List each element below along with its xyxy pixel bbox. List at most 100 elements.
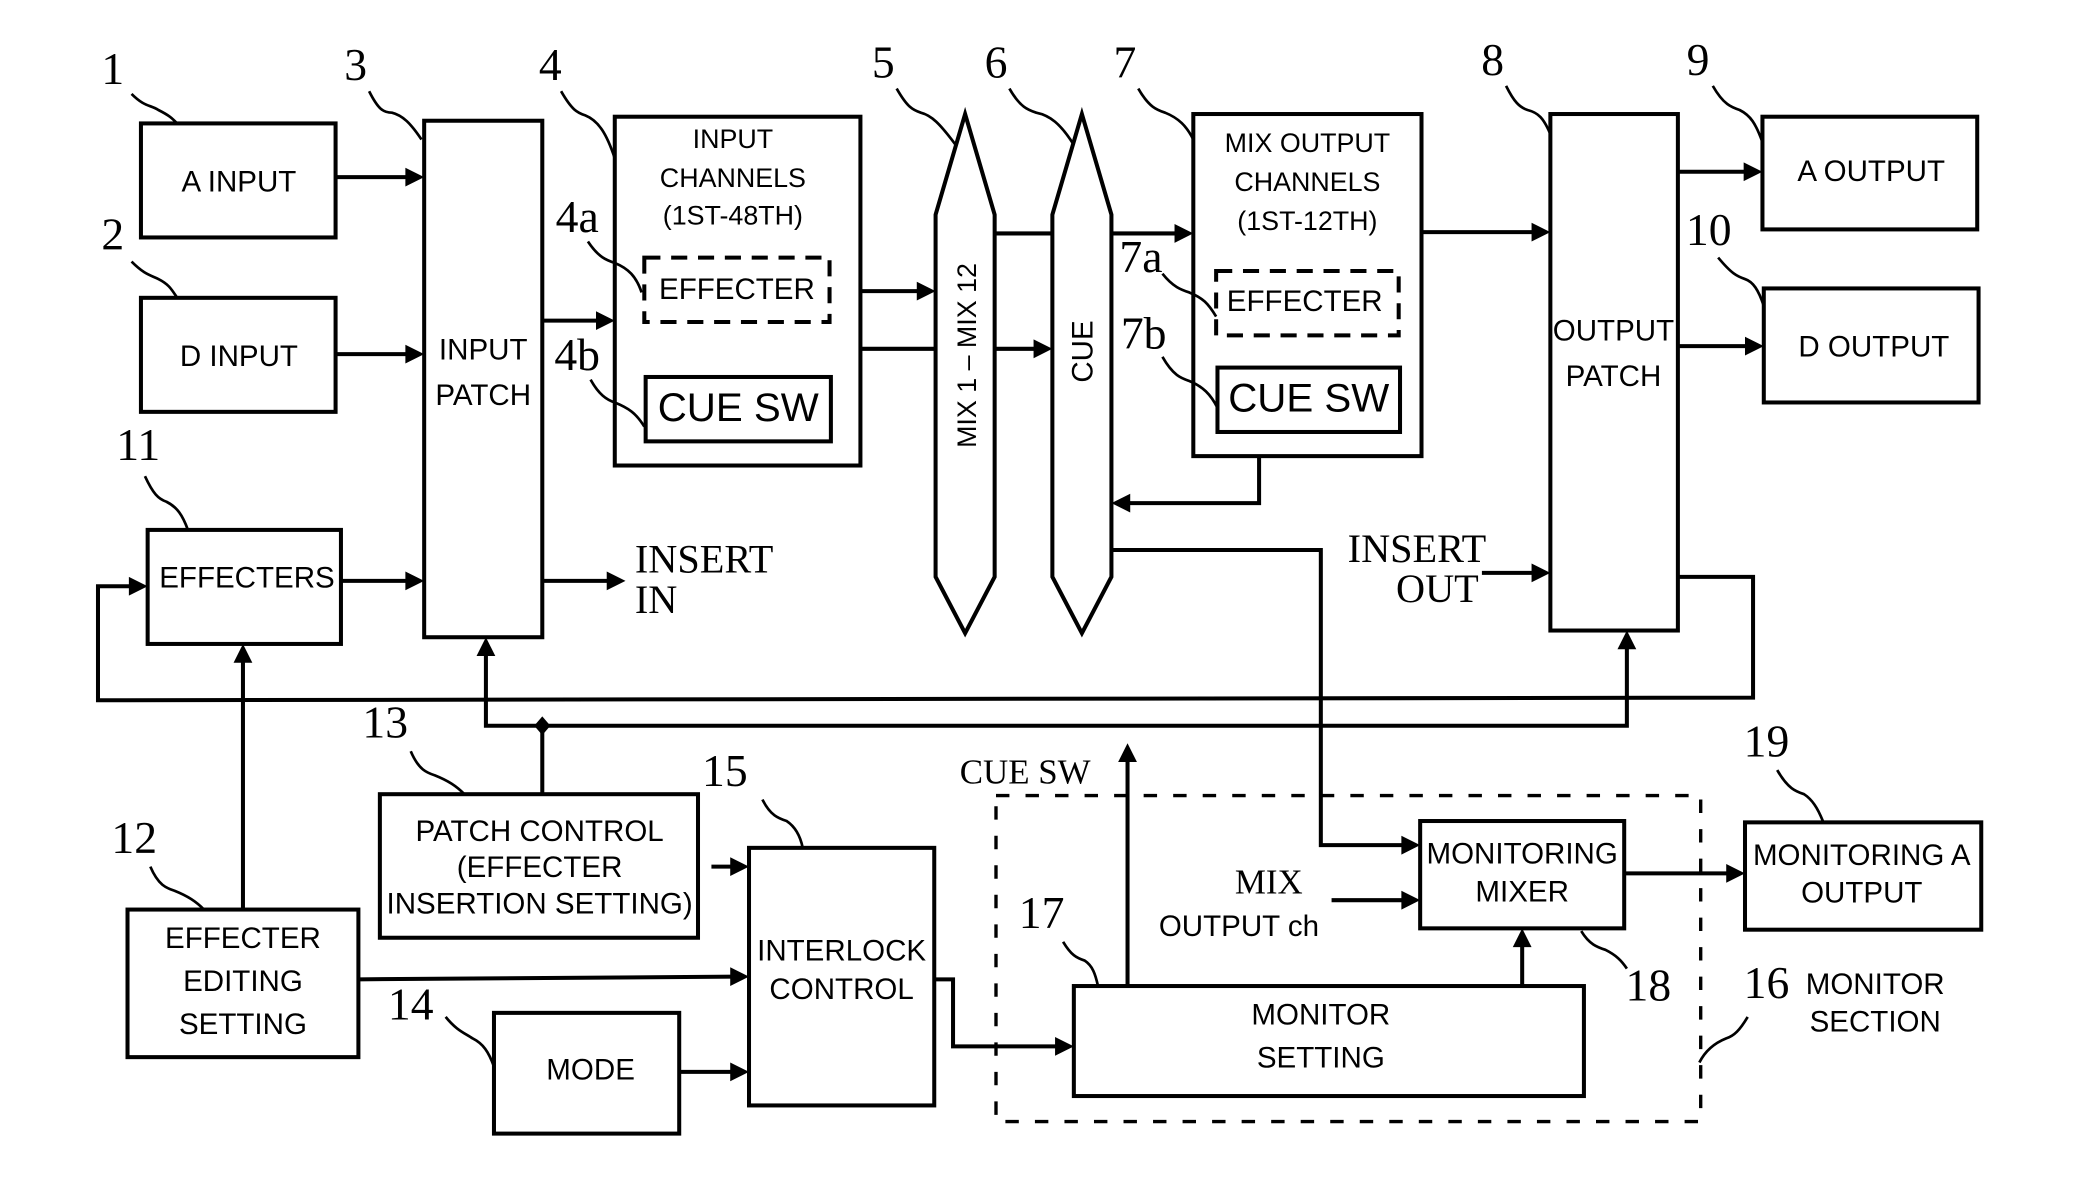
block-cue-bus: CUE [1050, 106, 1114, 638]
monitor-setting-label-2: SETTING [1257, 1042, 1385, 1075]
effecter-editing-label-2: EDITING [183, 965, 303, 998]
leader-10 [1717, 256, 1766, 307]
leader-6 [1008, 87, 1075, 146]
ref-4a: 4a [556, 191, 599, 242]
leader-7 [1137, 87, 1195, 141]
leader-13 [409, 750, 466, 796]
arrowhead [128, 576, 148, 596]
leader-19 [1776, 769, 1825, 822]
arrowhead [1745, 336, 1764, 356]
arrowhead [1055, 1037, 1074, 1056]
wire-editing-to-interlock [358, 974, 736, 982]
block-a-input: A INPUT [138, 121, 338, 240]
mix-output-ch-label-2: OUTPUT ch [1159, 910, 1319, 943]
ref-3: 3 [344, 39, 367, 90]
arrowhead [405, 344, 425, 364]
effecter-editing-label-1: EFFECTER [165, 922, 321, 955]
output-patch-label-2: PATCH [1566, 360, 1662, 393]
block-d-input: D INPUT [138, 295, 338, 414]
ref-2: 2 [101, 208, 124, 259]
arrowhead [1111, 493, 1131, 513]
insert-in-label-2: IN [635, 577, 677, 622]
block-a-output: A OUTPUT [1760, 114, 1980, 232]
arrowhead [233, 643, 253, 663]
mix-output-channels-label-3: (1ST-12TH) [1237, 206, 1377, 236]
interlock-label-1: INTERLOCK [757, 934, 926, 967]
input-cue-sw-label: CUE SW [658, 385, 819, 430]
monitor-section-label-1: MONITOR [1806, 968, 1945, 1001]
arrowhead [476, 637, 496, 657]
block-mode: MODE [491, 1010, 682, 1136]
monitoring-mixer-label-1: MONITORING [1426, 838, 1617, 871]
monitoring-a-output-label-2: OUTPUT [1801, 877, 1922, 910]
d-output-label: D OUTPUT [1798, 331, 1949, 364]
block-monitoring-a-output: MONITORING A OUTPUT [1742, 820, 1984, 932]
effecters-label: EFFECTERS [159, 561, 335, 594]
insert-out-label-2: OUT [1396, 566, 1479, 611]
ref-12: 12 [111, 812, 157, 863]
junction-dot [534, 716, 551, 736]
cue-sw-signal-label: CUE SW [960, 752, 1091, 791]
leader-18 [1580, 930, 1628, 970]
output-patch-label-1: OUTPUT [1553, 315, 1674, 348]
monitoring-mixer-label-2: MIXER [1475, 875, 1569, 908]
ref-1: 1 [101, 43, 124, 94]
leader-4 [559, 90, 617, 159]
interlock-label-2: CONTROL [769, 973, 913, 1006]
leader-3 [367, 90, 423, 141]
block-patch-control: PATCH CONTROL (EFFECTER INSERTION SETTIN… [377, 792, 701, 940]
leader-2 [130, 260, 179, 299]
mode-label: MODE [546, 1054, 635, 1087]
ref-7b: 7b [1121, 308, 1167, 359]
ref-4b: 4b [554, 329, 600, 380]
insert-in-label-1: INSERT [635, 537, 774, 582]
leader-17 [1061, 941, 1100, 987]
ref-11: 11 [116, 419, 160, 470]
input-channels-label-1: INPUT [693, 124, 774, 154]
leader-11 [143, 475, 190, 531]
monitor-section-label-2: SECTION [1810, 1005, 1941, 1038]
mix-cue-sw-label: CUE SW [1228, 376, 1389, 421]
block-d-output: D OUTPUT [1761, 286, 1981, 405]
input-patch-label-2: PATCH [435, 379, 531, 412]
arrowhead [1617, 630, 1637, 650]
insert-out-label-1: INSERT [1348, 526, 1487, 571]
mix-output-ch-label-1: MIX [1235, 862, 1303, 901]
audio-mixer-block-diagram: A INPUT 1 D INPUT 2 INPUT PATCH 3 INPUT … [95, 34, 1984, 1136]
leader-9 [1711, 85, 1764, 143]
leader-12 [149, 866, 205, 911]
arrowhead [606, 571, 626, 591]
effecter-editing-label-3: SETTING [179, 1008, 307, 1041]
input-patch-label-1: INPUT [439, 333, 528, 366]
ref-17: 17 [1019, 887, 1065, 938]
wire-mix-output-cue-to-cue-bus [1124, 456, 1262, 506]
ref-15: 15 [702, 745, 748, 796]
arrowhead [1401, 890, 1421, 910]
arrowhead [595, 311, 615, 331]
arrowhead [730, 857, 750, 877]
block-input-patch: INPUT PATCH [422, 118, 545, 640]
ref-7: 7 [1113, 37, 1136, 88]
mix-effecter-label: EFFECTER [1227, 285, 1383, 318]
block-effecter-editing-setting: EFFECTER EDITING SETTING [125, 907, 361, 1060]
ref-10: 10 [1686, 204, 1732, 255]
ref-19: 19 [1744, 715, 1790, 766]
monitor-setting-label-1: MONITOR [1251, 999, 1390, 1032]
block-input-channels: INPUT CHANNELS (1ST-48TH) EFFECTER CUE S… [612, 114, 863, 468]
ref-7a: 7a [1119, 231, 1162, 282]
ref-9: 9 [1687, 34, 1710, 85]
block-monitor-setting: MONITOR SETTING [1071, 984, 1586, 1099]
leader-15 [761, 798, 805, 849]
ref-4: 4 [539, 39, 562, 90]
input-channels-label-3: (1ST-48TH) [663, 200, 803, 230]
arrowhead [730, 1062, 750, 1082]
leader-5 [895, 87, 957, 146]
arrowhead [1531, 222, 1551, 242]
monitoring-a-output-label-1: MONITORING A [1753, 839, 1971, 872]
patch-control-label-2: (EFFECTER [457, 851, 623, 884]
ref-14: 14 [388, 978, 434, 1029]
arrowhead [1726, 863, 1745, 883]
ref-5: 5 [872, 37, 895, 88]
leader-16 [1698, 1016, 1749, 1064]
cue-bus-label: CUE [1066, 320, 1099, 382]
